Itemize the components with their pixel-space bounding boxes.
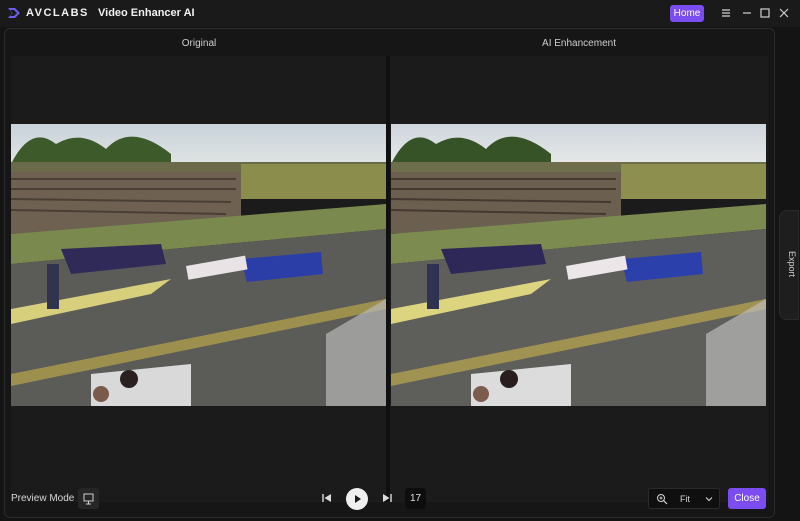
chevron-down-icon	[705, 497, 713, 502]
previous-frame-icon[interactable]	[321, 492, 333, 507]
original-video-frame	[11, 124, 386, 406]
export-label: Export	[787, 251, 797, 278]
preview-panel: Original AI Enhancement	[4, 28, 775, 518]
original-pane-label: Original	[181, 38, 217, 49]
enhanced-video-frame	[391, 124, 766, 406]
enhanced-pane-label: AI Enhancement	[542, 38, 616, 49]
home-button[interactable]: Home	[670, 5, 704, 22]
export-tab[interactable]: Export	[779, 210, 799, 320]
close-button[interactable]: Close	[728, 488, 766, 509]
app-title: Video Enhancer AI	[98, 7, 195, 19]
zoom-value: Fit	[680, 494, 690, 504]
zoom-select[interactable]: Fit	[648, 488, 720, 509]
maximize-icon[interactable]	[758, 6, 772, 20]
title-bar: AVCLABS Video Enhancer AI Home	[0, 0, 800, 27]
preview-mode-label: Preview Mode	[11, 493, 75, 504]
next-frame-icon[interactable]	[381, 492, 393, 507]
avclabs-logo-icon	[8, 8, 20, 18]
brand-name: AVCLABS	[26, 7, 89, 19]
zoom-icon	[657, 494, 668, 505]
play-icon	[355, 495, 361, 503]
close-icon[interactable]	[777, 6, 791, 20]
hamburger-icon[interactable]	[719, 6, 733, 20]
frame-number-field[interactable]: 17	[405, 488, 426, 509]
pane-divider[interactable]	[386, 56, 390, 502]
split-screen-icon	[83, 493, 94, 505]
play-button[interactable]	[346, 488, 368, 510]
preview-mode-button[interactable]	[78, 488, 99, 509]
minimize-icon[interactable]	[740, 6, 754, 20]
